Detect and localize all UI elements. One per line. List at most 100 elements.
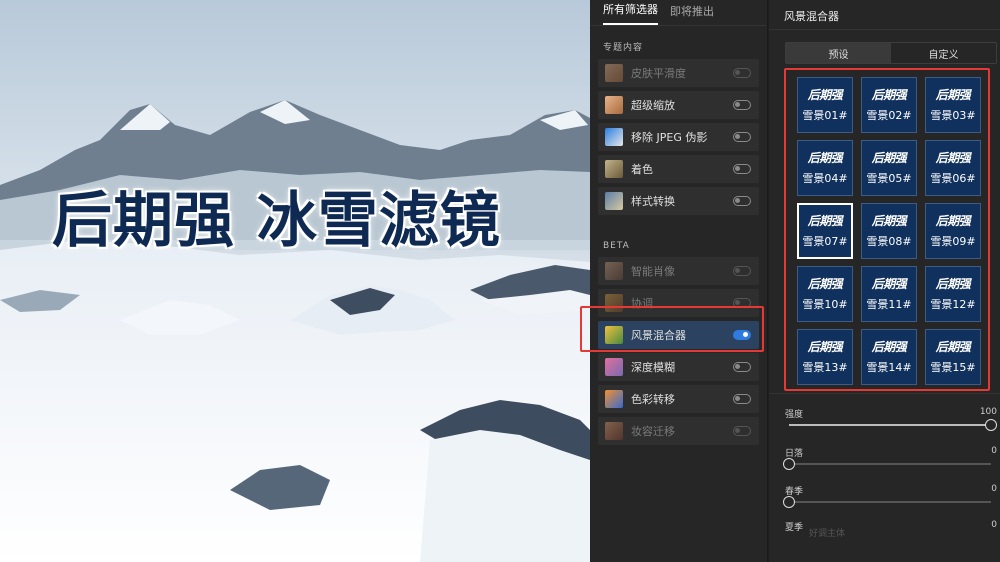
segment-presets[interactable]: 预设 [786, 43, 891, 63]
preset-brand: 后期强 [807, 340, 843, 354]
filter-item[interactable]: 着色 [598, 155, 759, 183]
filter-label: 移除 JPEG 伪影 [631, 131, 708, 144]
filter-item[interactable]: 皮肤平滑度 [598, 59, 759, 87]
filter-item[interactable]: 色彩转移 [598, 385, 759, 413]
filter-label: 皮肤平滑度 [631, 67, 686, 80]
landscape-mixer-panel: 风景混合器 预设 自定义 后期强 雪景01# 后期强 雪景02# 后期强 雪景03# 后期强… [769, 0, 1000, 562]
preset-name: 雪景12# [930, 298, 976, 311]
landscape-icon [605, 326, 623, 344]
filter-label: 色彩转移 [631, 393, 675, 406]
color-transfer-icon [605, 390, 623, 408]
preset-name: 雪景09# [930, 235, 976, 248]
preset-name: 雪景14# [866, 361, 912, 374]
filter-toggle[interactable] [733, 426, 751, 436]
tab-all-filters[interactable]: 所有筛选器 [603, 1, 658, 25]
ghost-text: 好调主体 [809, 529, 846, 539]
filter-toggle[interactable] [733, 266, 751, 276]
filter-toggle[interactable] [733, 68, 751, 78]
slider-track[interactable] [783, 458, 991, 470]
preset-brand: 后期强 [871, 88, 907, 102]
preset-thumbnail[interactable]: 后期强 雪景07# [797, 203, 853, 259]
slider-row: 强度 100 [785, 407, 997, 437]
preset-brand: 后期强 [935, 277, 971, 291]
filter-tabs: 所有筛选器 即将推出 [590, 0, 767, 26]
preset-brand: 后期强 [935, 88, 971, 102]
filter-toggle[interactable] [733, 394, 751, 404]
slider-value: 0 [991, 520, 997, 530]
filter-label: 着色 [631, 163, 653, 176]
preset-thumbnail[interactable]: 后期强雪景13# [797, 329, 853, 385]
preset-name: 雪景04# [802, 172, 848, 185]
preset-thumbnail[interactable]: 后期强 雪景06# [925, 140, 981, 196]
preset-thumbnail[interactable]: 后期强雪景08# [861, 203, 917, 259]
preset-name: 雪景15# [930, 361, 976, 374]
filter-item[interactable]: 移除 JPEG 伪影 [598, 123, 759, 151]
preset-thumbnail[interactable]: 后期强雪景03# [925, 77, 981, 133]
preset-name: 雪景08# [866, 235, 912, 248]
preset-brand: 后期强 [871, 151, 907, 165]
filter-toggle[interactable] [733, 362, 751, 372]
preset-name: 雪景03# [930, 109, 976, 122]
filter-label: 超级缩放 [631, 99, 675, 112]
slider-row: 春季 0 [783, 484, 997, 514]
preset-thumbnail[interactable]: 后期强雪景10# [797, 266, 853, 322]
divider [769, 393, 1000, 394]
portrait-icon [605, 262, 623, 280]
filter-toggle[interactable] [733, 164, 751, 174]
face-icon [605, 96, 623, 114]
slider-label: 夏季 [785, 523, 804, 533]
filter-label: 样式转换 [631, 195, 675, 208]
preset-thumbnail[interactable]: 后期强 雪景01# [797, 77, 853, 133]
harmonize-icon [605, 294, 623, 312]
slider-track[interactable] [783, 496, 991, 508]
filter-item[interactable]: 深度模糊 [598, 353, 759, 381]
preset-thumbnail[interactable]: 后期强雪景05# [861, 140, 917, 196]
filter-toggle[interactable] [733, 132, 751, 142]
preset-thumbnail[interactable]: 后期强雪景09# [925, 203, 981, 259]
preset-thumbnail[interactable]: 后期强雪景04# [797, 140, 853, 196]
filter-label: 深度模糊 [631, 361, 675, 374]
segment-custom[interactable]: 自定义 [891, 43, 996, 63]
filter-item[interactable]: 超级缩放 [598, 91, 759, 119]
filter-toggle[interactable] [733, 298, 751, 308]
filter-toggle[interactable] [733, 330, 751, 340]
slider-thumb[interactable] [783, 458, 795, 470]
section-title-featured: 专题内容 [603, 43, 644, 53]
preset-thumbnail[interactable]: 后期强雪景15# [925, 329, 981, 385]
filter-item[interactable]: 妆容迁移 [598, 417, 759, 445]
preset-thumbnail[interactable]: 后期强 雪景11# [861, 266, 917, 322]
preset-name: 雪景05# [866, 172, 912, 185]
preset-brand: 后期强 [935, 340, 971, 354]
filter-toggle[interactable] [733, 196, 751, 206]
preset-brand: 后期强 [871, 214, 907, 228]
slider-track[interactable] [789, 419, 997, 431]
slider-value: 100 [979, 407, 997, 417]
filter-item[interactable]: 协调 [598, 289, 759, 317]
preset-name: 雪景10# [802, 298, 848, 311]
preset-brand: 后期强 [807, 151, 843, 165]
filter-item[interactable]: 风景混合器 [598, 321, 759, 349]
filters-panel: 所有筛选器 即将推出 专题内容 皮肤平滑度超级缩放移除 JPEG 伪影 着色样式转… [590, 0, 768, 562]
preset-thumbnail[interactable]: 后期强 雪景14# [861, 329, 917, 385]
preset-name: 雪景13# [802, 361, 848, 374]
landscape-photo: 后期强 冰雪滤镜 [0, 0, 590, 562]
photo-headline: 后期强 冰雪滤镜 [52, 186, 501, 256]
preset-thumbnail[interactable]: 后期强雪景02# [861, 77, 917, 133]
preset-thumbnail[interactable]: 后期强雪景12# [925, 266, 981, 322]
preset-name: 雪景02# [866, 109, 912, 122]
slider-value: 0 [991, 446, 997, 456]
filter-label: 智能肖像 [631, 265, 675, 278]
depth-blur-icon [605, 358, 623, 376]
slider-thumb[interactable] [783, 496, 795, 508]
filter-label: 妆容迁移 [631, 425, 675, 438]
section-title-beta: BETA [603, 241, 630, 251]
preset-brand: 后期强 [807, 277, 843, 291]
slider-thumb[interactable] [985, 419, 997, 431]
tab-coming-soon[interactable]: 即将推出 [670, 3, 714, 25]
preset-brand: 后期强 [935, 214, 971, 228]
filter-item[interactable]: 智能肖像 [598, 257, 759, 285]
slider-row: 日落 0 [783, 446, 997, 476]
filter-item[interactable]: 样式转换 [598, 187, 759, 215]
filter-label: 风景混合器 [631, 329, 686, 342]
filter-toggle[interactable] [733, 100, 751, 110]
